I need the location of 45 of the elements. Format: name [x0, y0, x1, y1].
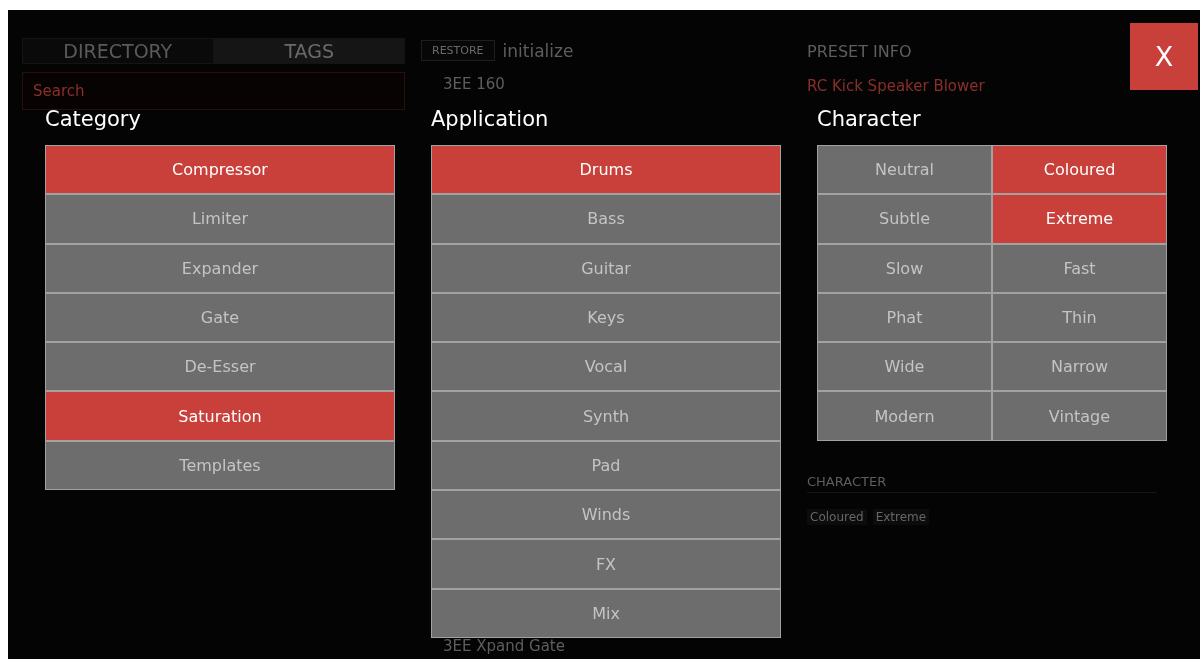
option-button[interactable]: Phat — [817, 292, 992, 343]
picker-heading: Category — [45, 107, 142, 133]
tab[interactable]: DIRECTORY — [22, 38, 214, 64]
option-button[interactable]: Compressor — [45, 145, 395, 195]
option-button[interactable]: Extreme — [992, 194, 1167, 244]
option-button[interactable]: Saturation — [45, 391, 395, 441]
option-button[interactable]: Bass — [431, 194, 781, 244]
close-button[interactable]: X — [1130, 23, 1198, 90]
option-button[interactable]: Vocal — [431, 342, 781, 392]
option-button[interactable]: Expander — [45, 243, 395, 293]
option-button[interactable]: Templates — [45, 440, 395, 491]
option-button[interactable]: Thin — [992, 292, 1167, 343]
option-button[interactable]: Pad — [431, 440, 781, 491]
option-button[interactable]: Coloured — [992, 145, 1167, 195]
option-button[interactable]: Keys — [431, 292, 781, 343]
picker-heading: Application — [431, 107, 550, 133]
option-button[interactable]: FX — [431, 539, 781, 589]
option-button[interactable]: Narrow — [992, 342, 1167, 392]
tag: Extreme — [872, 509, 930, 525]
option-button[interactable]: Neutral — [817, 145, 992, 195]
preset-title: RC Kick Speaker Blower — [807, 77, 986, 95]
option-button[interactable]: Slow — [817, 243, 992, 293]
option-button[interactable]: Fast — [992, 243, 1167, 293]
option-button[interactable]: Guitar — [431, 243, 781, 293]
preset-info-title: PRESET INFO — [807, 42, 913, 61]
preset-list-item[interactable]: 3EE 160 — [443, 75, 791, 93]
picker-heading: Character — [817, 107, 922, 133]
option-button[interactable]: Vintage — [992, 391, 1167, 441]
preset-name: initialize — [502, 40, 574, 61]
section-title: CHARACTER — [807, 474, 887, 489]
option-button[interactable]: Synth — [431, 391, 781, 441]
option-button[interactable]: Drums — [431, 145, 781, 195]
option-button[interactable]: Limiter — [45, 194, 395, 244]
preset-list-item[interactable]: 3EE Xpand Gate — [443, 637, 791, 655]
tag: Coloured — [807, 509, 867, 525]
option-button[interactable]: Subtle — [817, 194, 992, 244]
option-button[interactable]: De-Esser — [45, 342, 395, 392]
option-button[interactable]: Gate — [45, 292, 395, 343]
search-field[interactable]: Search — [22, 72, 405, 110]
option-button[interactable]: Winds — [431, 490, 781, 540]
option-button[interactable]: Modern — [817, 391, 992, 441]
tab[interactable]: TAGS — [213, 38, 405, 64]
option-button[interactable]: Wide — [817, 342, 992, 392]
restore-button[interactable]: RESTORE — [421, 40, 495, 61]
option-button[interactable]: Mix — [431, 588, 781, 638]
